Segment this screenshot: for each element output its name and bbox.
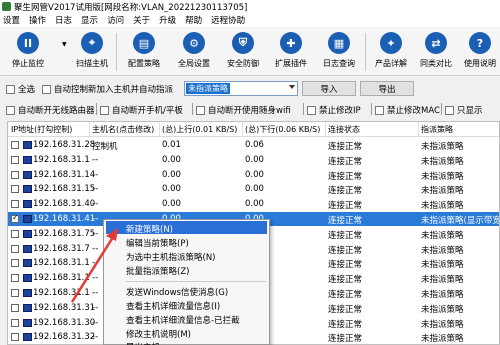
annotation-arrow (70, 228, 118, 303)
arrow-shaft (70, 233, 117, 303)
